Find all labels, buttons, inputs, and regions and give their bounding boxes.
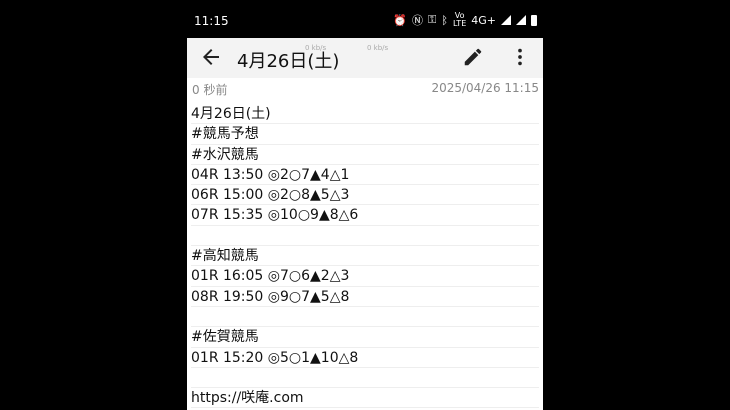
note-line: https://咲庵.com — [191, 388, 539, 409]
pencil-icon[interactable] — [462, 46, 484, 68]
back-arrow-icon[interactable] — [199, 45, 223, 69]
note-meta: 0 秒前 2025/04/26 11:15 — [187, 78, 543, 100]
note-line: #高知競馬 — [191, 246, 539, 267]
app-bar: 4月26日(土) 0 kb/s 0 kb/s — [187, 38, 543, 79]
volte-icon: Vo LTE — [452, 11, 467, 28]
overlay-watermark-2: 0 kb/s — [367, 44, 389, 52]
note-timestamp: 2025/04/26 11:15 — [431, 81, 539, 95]
note-line: 01R 15:20 ◎5○1▲10△8 — [191, 348, 539, 368]
note-body[interactable]: 4月26日(土) #競馬予想 #水沢競馬 04R 13:50 ◎2○7▲4△1 06R … — [191, 104, 539, 409]
note-line: #競馬予想 — [191, 124, 539, 145]
alarm-icon: ⏰ — [393, 13, 407, 27]
note-line: 01R 16:05 ◎7○6▲2△3 — [191, 266, 539, 287]
status-icons: ⏰ Ⓝ ⚿ ᛒ Vo LTE 4G+ — [393, 12, 537, 28]
overlay-watermark: 0 kb/s — [305, 44, 327, 52]
note-line — [191, 226, 539, 247]
signal-icon-2 — [516, 15, 526, 25]
note-line — [191, 368, 539, 389]
note-content: 0 秒前 2025/04/26 11:15 4月26日(土) #競馬予想 #水沢競馬… — [187, 78, 543, 410]
note-line: 07R 15:35 ◎10○9▲8△6 — [191, 205, 539, 226]
more-vert-icon[interactable] — [509, 46, 531, 68]
note-line: #水沢競馬 — [191, 145, 539, 165]
status-bar: 11:15 ⏰ Ⓝ ⚿ ᛒ Vo LTE 4G+ — [187, 0, 543, 38]
signal-icon — [501, 15, 511, 25]
phone-screen: 11:15 ⏰ Ⓝ ⚿ ᛒ Vo LTE 4G+ 4月26日(土) 0 kb/s … — [187, 0, 543, 410]
note-line: 4月26日(土) — [191, 104, 539, 125]
key-icon: ⚿ — [427, 13, 437, 26]
network-type-label: 4G+ — [471, 13, 496, 27]
note-line — [191, 307, 539, 328]
status-time: 11:15 — [194, 14, 229, 28]
edited-ago: 0 秒前 — [192, 83, 228, 97]
battery-icon — [531, 14, 537, 26]
note-line: 04R 13:50 ◎2○7▲4△1 — [191, 165, 539, 186]
bluetooth-icon: ᛒ — [441, 13, 448, 27]
note-line: 08R 19:50 ◎9○7▲5△8 — [191, 287, 539, 307]
nfc-icon: Ⓝ — [411, 14, 423, 27]
note-line: #佐賀競馬 — [191, 327, 539, 348]
note-line: 06R 15:00 ◎2○8▲5△3 — [191, 185, 539, 206]
